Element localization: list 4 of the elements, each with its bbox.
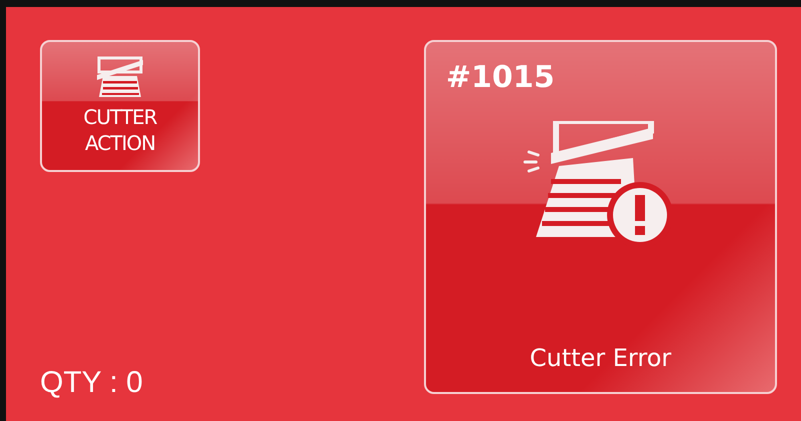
error-code: #1015 <box>446 60 555 95</box>
quantity-label: QTY : 0 <box>40 366 143 400</box>
error-message: Cutter Error <box>530 344 672 372</box>
cutter-action-button[interactable]: CUTTER ACTION <box>40 40 200 172</box>
